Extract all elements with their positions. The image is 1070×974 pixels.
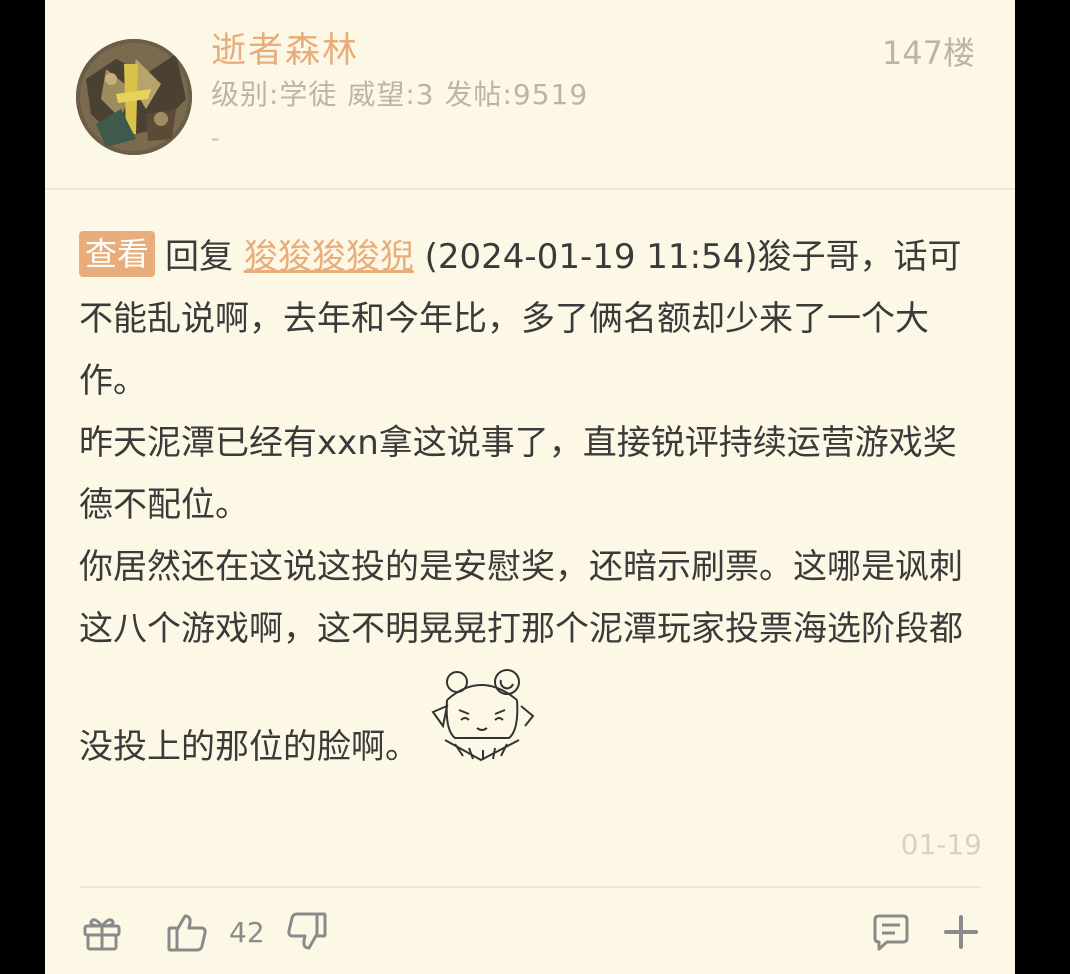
divider — [79, 886, 981, 888]
plus-icon[interactable] — [939, 910, 983, 954]
paragraph-with-sticker: 你居然还在这说这投的是安慰奖，还暗示刷票。这哪是讽刺这八个游戏啊，这不明晃晃打那… — [79, 536, 979, 778]
user-signature: - — [211, 124, 220, 152]
reply-user-link[interactable]: 狻狻狻狻猊 — [244, 237, 414, 277]
sticker-image — [425, 660, 537, 764]
view-button[interactable]: 查看 — [79, 231, 156, 277]
avatar[interactable] — [76, 39, 192, 155]
floor-number: 147楼 — [881, 34, 975, 72]
action-bar: 42 — [45, 900, 1015, 964]
thumbs-down-icon[interactable] — [285, 910, 329, 954]
username[interactable]: 逝者森林 — [211, 22, 359, 73]
post-content: 查看 回复 狻狻狻狻猊 (2024-01-19 11:54)狻子哥，话可不能乱说啊… — [79, 226, 979, 778]
post-card: 逝者森林 级别:学徒 威望:3 发帖:9519 - 147楼 查看 回复 狻狻狻狻… — [45, 0, 1015, 974]
post-date: 01-19 — [900, 828, 982, 861]
gift-icon[interactable] — [80, 910, 124, 954]
user-info: 级别:学徒 威望:3 发帖:9519 — [211, 78, 589, 111]
paragraph: 昨天泥潭已经有xxn拿这说事了，直接锐评持续运营游戏奖德不配位。 — [79, 423, 957, 525]
divider — [45, 188, 1015, 190]
comment-icon[interactable] — [869, 910, 913, 954]
like-count: 42 — [229, 916, 265, 949]
avatar-image — [76, 39, 192, 155]
reply-prefix: 回复 — [165, 237, 234, 277]
thumbs-up-icon[interactable] — [165, 910, 209, 954]
reply-paragraph: 查看 回复 狻狻狻狻猊 (2024-01-19 11:54)狻子哥，话可不能乱说啊… — [79, 226, 979, 412]
